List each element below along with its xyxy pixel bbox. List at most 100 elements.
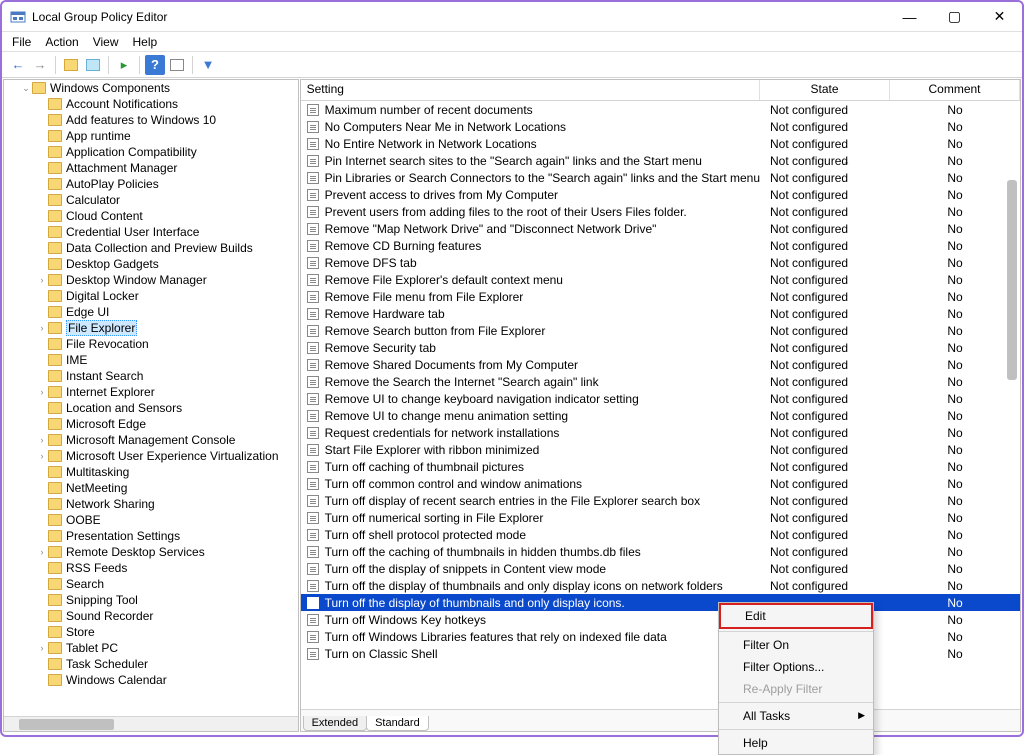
policy-row[interactable]: Prevent access to drives from My Compute… <box>301 186 1020 203</box>
policy-row[interactable]: Pin Libraries or Search Connectors to th… <box>301 169 1020 186</box>
tree-item[interactable]: IME <box>34 352 298 368</box>
col-state-header[interactable]: State <box>760 80 890 100</box>
minimize-button[interactable]: — <box>887 2 932 32</box>
policy-row[interactable]: No Entire Network in Network LocationsNo… <box>301 135 1020 152</box>
toolbar-folder-icon[interactable] <box>61 55 81 75</box>
tree-item[interactable]: Credential User Interface <box>34 224 298 240</box>
tree-header[interactable]: ⌄Windows Components <box>20 80 298 96</box>
tree-item[interactable]: Search <box>34 576 298 592</box>
policy-row[interactable]: Turn off the caching of thumbnails in hi… <box>301 543 1020 560</box>
back-button[interactable]: ← <box>8 55 28 75</box>
policy-row[interactable]: Turn off caching of thumbnail picturesNo… <box>301 458 1020 475</box>
menu-view[interactable]: View <box>93 35 119 49</box>
tree-item[interactable]: Account Notifications <box>34 96 298 112</box>
tree-item[interactable]: OOBE <box>34 512 298 528</box>
policy-row[interactable]: Remove CD Burning featuresNot configured… <box>301 237 1020 254</box>
filter-button[interactable]: ▼ <box>198 55 218 75</box>
tree-item[interactable]: Application Compatibility <box>34 144 298 160</box>
policy-row[interactable]: Request credentials for network installa… <box>301 424 1020 441</box>
context-menu-help[interactable]: Help <box>719 732 873 754</box>
policy-row[interactable]: Remove DFS tabNot configuredNo <box>301 254 1020 271</box>
policy-row[interactable]: Turn off Windows Libraries features that… <box>301 628 1020 645</box>
policy-row[interactable]: Turn off common control and window anima… <box>301 475 1020 492</box>
tree-item[interactable]: Task Scheduler <box>34 656 298 672</box>
policy-row[interactable]: Turn off Windows Key hotkeysNo <box>301 611 1020 628</box>
tree-item[interactable]: RSS Feeds <box>34 560 298 576</box>
maximize-button[interactable]: ▢ <box>932 2 977 32</box>
policy-row[interactable]: Maximum number of recent documentsNot co… <box>301 101 1020 118</box>
tree-item[interactable]: ›File Explorer <box>34 320 298 336</box>
col-comment-header[interactable]: Comment <box>890 80 1020 100</box>
vertical-scrollbar[interactable] <box>1004 100 1020 689</box>
help-button[interactable]: ? <box>145 55 165 75</box>
tree-item[interactable]: Location and Sensors <box>34 400 298 416</box>
tree-item[interactable]: ›Microsoft Management Console <box>34 432 298 448</box>
menu-file[interactable]: File <box>12 35 31 49</box>
tree-item[interactable]: App runtime <box>34 128 298 144</box>
policy-row[interactable]: Turn on Classic ShellNo <box>301 645 1020 662</box>
policy-row[interactable]: Start File Explorer with ribbon minimize… <box>301 441 1020 458</box>
policy-row[interactable]: No Computers Near Me in Network Location… <box>301 118 1020 135</box>
tree-item[interactable]: Add features to Windows 10 <box>34 112 298 128</box>
close-button[interactable]: ✕ <box>977 2 1022 32</box>
tree-item[interactable]: Instant Search <box>34 368 298 384</box>
menu-action[interactable]: Action <box>45 35 78 49</box>
policy-row[interactable]: Prevent users from adding files to the r… <box>301 203 1020 220</box>
scrollbar-thumb[interactable] <box>1007 180 1017 380</box>
policy-row[interactable]: Remove Shared Documents from My Computer… <box>301 356 1020 373</box>
tree-item[interactable]: Edge UI <box>34 304 298 320</box>
col-setting-header[interactable]: Setting <box>301 80 760 100</box>
tab-extended[interactable]: Extended <box>303 716 367 731</box>
policy-row[interactable]: Remove UI to change keyboard navigation … <box>301 390 1020 407</box>
tree-item[interactable]: Presentation Settings <box>34 528 298 544</box>
tree-item[interactable]: Network Sharing <box>34 496 298 512</box>
tree-item[interactable]: Store <box>34 624 298 640</box>
policy-row[interactable]: Remove Security tabNot configuredNo <box>301 339 1020 356</box>
policy-row[interactable]: Remove the Search the Internet "Search a… <box>301 373 1020 390</box>
policy-row[interactable]: Remove "Map Network Drive" and "Disconne… <box>301 220 1020 237</box>
tree-item[interactable]: Calculator <box>34 192 298 208</box>
tree-item[interactable]: Multitasking <box>34 464 298 480</box>
tree-item[interactable]: Sound Recorder <box>34 608 298 624</box>
policy-row[interactable]: Remove Hardware tabNot configuredNo <box>301 305 1020 322</box>
tree-item[interactable]: Attachment Manager <box>34 160 298 176</box>
tree-item[interactable]: ›Microsoft User Experience Virtualizatio… <box>34 448 298 464</box>
tree-item[interactable]: AutoPlay Policies <box>34 176 298 192</box>
policy-row[interactable]: Turn off the display of thumbnails and o… <box>301 594 1020 611</box>
tree-item[interactable]: ›Desktop Window Manager <box>34 272 298 288</box>
menu-help[interactable]: Help <box>133 35 158 49</box>
tree-item[interactable]: Cloud Content <box>34 208 298 224</box>
context-menu-all-tasks[interactable]: All Tasks ▶ <box>719 705 873 727</box>
toolbar-window-icon[interactable] <box>83 55 103 75</box>
tree-item[interactable]: File Revocation <box>34 336 298 352</box>
policy-row[interactable]: Turn off the display of snippets in Cont… <box>301 560 1020 577</box>
policy-row[interactable]: Pin Internet search sites to the "Search… <box>301 152 1020 169</box>
context-menu-filter-options[interactable]: Filter Options... <box>719 656 873 678</box>
policy-row[interactable]: Remove File Explorer's default context m… <box>301 271 1020 288</box>
tree-item[interactable]: Windows Calendar <box>34 672 298 688</box>
policy-row[interactable]: Remove UI to change menu animation setti… <box>301 407 1020 424</box>
tree-item[interactable]: Digital Locker <box>34 288 298 304</box>
policy-row[interactable]: Remove Search button from File ExplorerN… <box>301 322 1020 339</box>
tree-item[interactable]: NetMeeting <box>34 480 298 496</box>
tab-standard[interactable]: Standard <box>366 716 429 731</box>
horizontal-scrollbar[interactable] <box>4 716 298 731</box>
tree-item[interactable]: Microsoft Edge <box>34 416 298 432</box>
policy-row[interactable]: Turn off display of recent search entrie… <box>301 492 1020 509</box>
tree-item[interactable]: ›Tablet PC <box>34 640 298 656</box>
tree-item[interactable]: ›Remote Desktop Services <box>34 544 298 560</box>
context-menu-filter-on[interactable]: Filter On <box>719 634 873 656</box>
forward-button[interactable]: → <box>30 55 50 75</box>
tree-item[interactable]: Data Collection and Preview Builds <box>34 240 298 256</box>
policy-row[interactable]: Turn off shell protocol protected modeNo… <box>301 526 1020 543</box>
policy-row[interactable]: Turn off the display of thumbnails and o… <box>301 577 1020 594</box>
tree-item[interactable]: ›Internet Explorer <box>34 384 298 400</box>
context-menu-edit[interactable]: Edit <box>719 603 873 629</box>
toolbar-filter1-icon[interactable] <box>167 55 187 75</box>
policy-row[interactable]: Remove File menu from File ExplorerNot c… <box>301 288 1020 305</box>
policy-row[interactable]: Turn off numerical sorting in File Explo… <box>301 509 1020 526</box>
scrollbar-thumb[interactable] <box>19 719 114 730</box>
toolbar-export-icon[interactable]: ▸ <box>114 55 134 75</box>
tree-item[interactable]: Desktop Gadgets <box>34 256 298 272</box>
tree-item[interactable]: Snipping Tool <box>34 592 298 608</box>
